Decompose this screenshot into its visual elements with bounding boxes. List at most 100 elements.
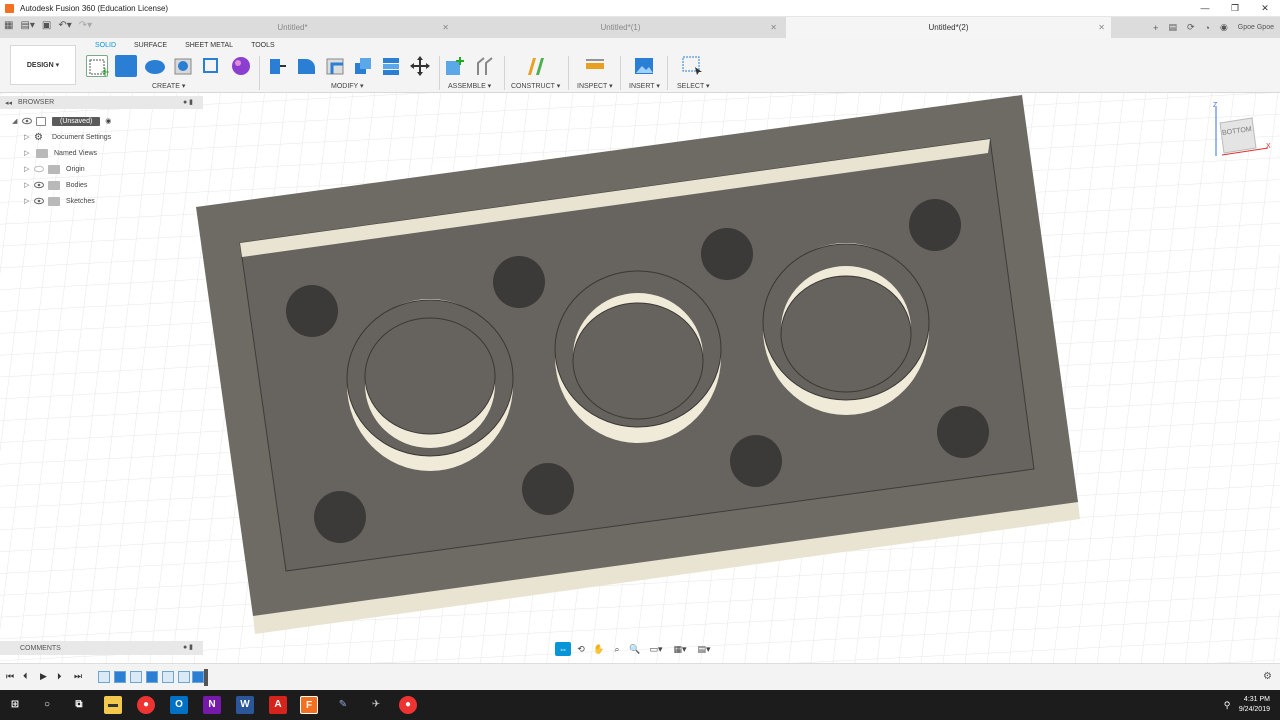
windows-icon[interactable]: ⊞ <box>6 696 24 714</box>
assemble-menu[interactable]: ASSEMBLE ▾ <box>448 82 491 90</box>
expand-icon[interactable]: ◢ <box>12 117 22 125</box>
tab-tools[interactable]: TOOLS <box>242 40 284 52</box>
step-back-icon[interactable]: ⏴ <box>23 671 28 682</box>
undo-icon[interactable]: ↶▾ <box>58 20 71 31</box>
zoom-window-icon[interactable]: 🔍 <box>627 642 643 656</box>
eye-icon[interactable] <box>34 196 44 206</box>
expand-icon[interactable]: ▷ <box>24 133 34 141</box>
redo-icon[interactable]: ↷▾ <box>79 20 92 31</box>
tab-untitled-2[interactable]: Untitled*(2) ✕ <box>786 17 1111 38</box>
viewports-icon[interactable]: ▤▾ <box>693 642 715 656</box>
expand-icon[interactable]: ▷ <box>24 149 34 157</box>
eye-icon[interactable] <box>34 180 44 190</box>
fusion-icon[interactable]: F <box>300 696 318 714</box>
select-icon[interactable] <box>681 55 703 77</box>
step-forward-icon[interactable]: ⏵ <box>57 671 62 682</box>
offset-plane-icon[interactable] <box>525 55 547 77</box>
timeline-sketch-icon[interactable] <box>178 671 190 683</box>
hole-icon[interactable] <box>172 55 194 77</box>
modify-menu[interactable]: MODIFY ▾ <box>331 82 364 90</box>
new-component-icon[interactable] <box>444 55 466 77</box>
expand-icon[interactable]: ▷ <box>24 197 34 205</box>
close-icon[interactable]: ✕ <box>770 17 777 38</box>
new-tab-icon[interactable]: + <box>1153 23 1158 33</box>
inspect-menu[interactable]: INSPECT ▾ <box>577 82 613 90</box>
combine-icon[interactable] <box>380 55 402 77</box>
workspace-switcher[interactable]: DESIGN ▾ <box>10 45 76 85</box>
timeline-sketch-icon[interactable] <box>162 671 174 683</box>
pattern-icon[interactable] <box>200 55 222 77</box>
construct-menu[interactable]: CONSTRUCT ▾ <box>511 82 560 90</box>
system-clock[interactable]: 4:31 PM 9/24/2019 <box>1239 695 1270 715</box>
browser-root[interactable]: ◢ (Unsaved) ◉ <box>12 113 111 129</box>
measure-icon[interactable] <box>584 55 606 77</box>
job-status-icon[interactable]: ▤ <box>1168 22 1177 33</box>
visual-style-icon[interactable]: ▭▾ <box>645 642 667 656</box>
tab-untitled[interactable]: Untitled* ✕ <box>130 17 455 38</box>
browser-item-origin[interactable]: ▷ Origin <box>24 161 85 177</box>
insert-image-icon[interactable] <box>633 55 655 77</box>
shell-icon[interactable] <box>352 55 374 77</box>
joint-icon[interactable] <box>474 55 496 77</box>
save-icon[interactable]: ▣ <box>42 20 51 31</box>
form-icon[interactable] <box>230 55 252 77</box>
chrome-icon[interactable]: ● <box>137 696 155 714</box>
minimize-button[interactable]: — <box>1190 0 1220 17</box>
comments-panel[interactable]: COMMENTS ● ▮ <box>0 641 203 655</box>
orbit-icon[interactable]: ⟲ <box>573 642 589 656</box>
browser-item-bodies[interactable]: ▷ Bodies <box>24 177 87 193</box>
help-icon[interactable]: ◉ <box>1220 22 1228 33</box>
tab-untitled-1[interactable]: Untitled*(1) ✕ <box>458 17 783 38</box>
revolve-icon[interactable] <box>144 55 166 77</box>
onenote-icon[interactable]: N <box>203 696 221 714</box>
tab-surface[interactable]: SURFACE <box>125 40 176 52</box>
insert-menu[interactable]: INSERT ▾ <box>629 82 660 90</box>
timeline-sketch-icon[interactable] <box>98 671 110 683</box>
notifications-icon[interactable]: ◔ <box>1205 23 1210 33</box>
close-icon[interactable]: ✕ <box>442 17 449 38</box>
collapse-icon[interactable]: ◂◂ <box>5 99 12 107</box>
gear-icon[interactable]: ⚙ <box>1263 671 1272 682</box>
timeline-extrude-icon[interactable] <box>114 671 126 683</box>
create-menu[interactable]: CREATE ▾ <box>152 82 185 90</box>
expand-icon[interactable]: ▷ <box>24 165 34 173</box>
fillet-icon[interactable] <box>295 55 317 77</box>
browser-header[interactable]: ◂◂ BROWSER ● ▮ <box>0 96 203 109</box>
browser-item-named-views[interactable]: ▷ Named Views <box>24 145 97 161</box>
eye-icon[interactable] <box>22 116 32 126</box>
activate-icon[interactable]: ◉ <box>105 117 111 125</box>
grid-icon[interactable]: ▦▾ <box>669 642 691 656</box>
display-settings-icon[interactable]: ⇔ <box>555 641 571 656</box>
outlook-icon[interactable]: O <box>170 696 188 714</box>
move-icon[interactable] <box>409 55 431 77</box>
go-to-start-icon[interactable]: ⏮ <box>6 671 14 682</box>
timeline-extrude-icon[interactable] <box>192 671 204 683</box>
tab-solid[interactable]: SOLID <box>86 40 125 52</box>
app-icon[interactable]: ✎ <box>334 696 352 714</box>
pan-icon[interactable]: ✋ <box>591 642 607 656</box>
close-button[interactable]: ✕ <box>1250 0 1280 17</box>
extensions-icon[interactable]: ⟳ <box>1187 22 1195 33</box>
chrome-icon[interactable]: ● <box>399 696 417 714</box>
browser-item-document-settings[interactable]: ▷ ⚙ Document Settings <box>24 129 111 145</box>
timeline-sketch-icon[interactable] <box>130 671 142 683</box>
press-pull-icon[interactable] <box>266 55 288 77</box>
timeline-extrude-icon[interactable] <box>146 671 158 683</box>
eye-icon[interactable] <box>34 164 44 174</box>
app-grid-icon[interactable]: ▦ <box>4 20 13 31</box>
create-sketch-icon[interactable]: + <box>86 55 110 79</box>
task-view-icon[interactable]: ⧉ <box>70 696 88 714</box>
select-menu[interactable]: SELECT ▾ <box>677 82 710 90</box>
app-icon[interactable]: ✈ <box>367 696 385 714</box>
chamfer-icon[interactable] <box>324 55 346 77</box>
extrude-icon[interactable] <box>115 55 137 77</box>
user-menu[interactable]: Gpoe Gpoe <box>1238 24 1274 31</box>
acrobat-icon[interactable]: A <box>269 696 287 714</box>
network-icon[interactable]: ⚲ <box>1218 696 1236 714</box>
file-menu-icon[interactable]: ▤▾ <box>20 20 34 31</box>
browser-item-sketches[interactable]: ▷ Sketches <box>24 193 95 209</box>
tab-sheet-metal[interactable]: SHEET METAL <box>176 40 242 52</box>
go-to-end-icon[interactable]: ⏭ <box>74 671 82 682</box>
maximize-button[interactable]: ❐ <box>1220 0 1250 17</box>
pin-icon[interactable]: ● ▮ <box>183 643 193 651</box>
